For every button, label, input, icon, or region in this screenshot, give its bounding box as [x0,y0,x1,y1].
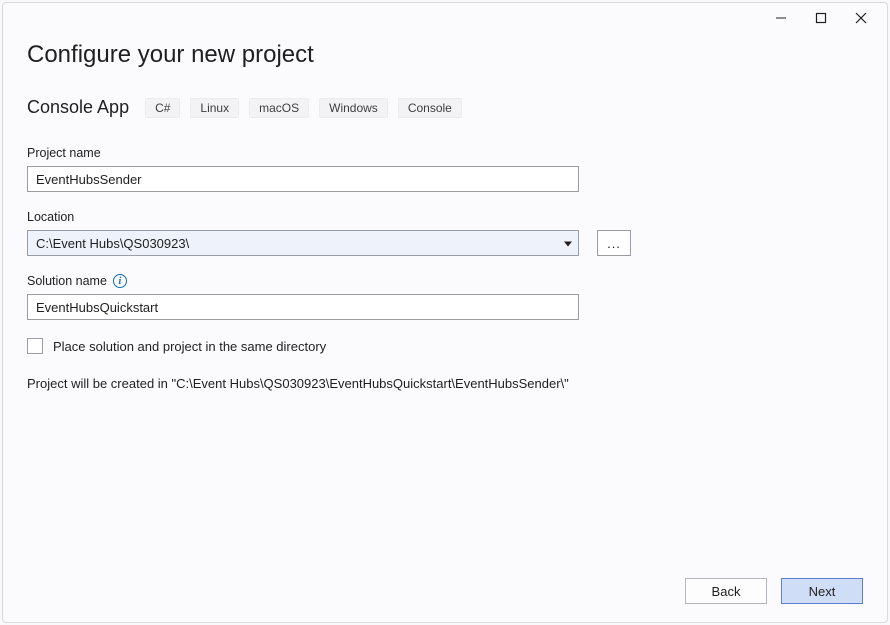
location-combobox[interactable]: C:\Event Hubs\QS030923\ [27,230,579,256]
dialog-content: Configure your new project Console App C… [3,33,887,622]
tag: C# [145,98,180,118]
template-name: Console App [27,97,129,118]
window-titlebar [3,3,887,33]
browse-button[interactable]: ... [597,230,631,256]
project-name-label: Project name [27,146,863,160]
back-button-label: Back [712,584,741,599]
tag: Windows [319,98,388,118]
minimize-button[interactable] [761,5,801,31]
same-directory-label: Place solution and project in the same d… [53,339,326,354]
next-button[interactable]: Next [781,578,863,604]
tag: Linux [190,98,239,118]
same-directory-checkbox[interactable] [27,338,43,354]
maximize-icon [815,12,827,24]
tag: macOS [249,98,309,118]
browse-label: ... [607,236,621,251]
tag: Console [398,98,462,118]
template-tags: C# Linux macOS Windows Console [145,98,462,118]
project-name-input[interactable] [27,166,579,192]
solution-name-field: Solution name i [27,274,863,320]
template-header-row: Console App C# Linux macOS Windows Conso… [27,97,863,118]
solution-name-label: Solution name i [27,274,863,288]
page-title: Configure your new project [27,41,863,69]
solution-name-input[interactable] [27,294,579,320]
location-label: Location [27,210,863,224]
back-button[interactable]: Back [685,578,767,604]
info-icon[interactable]: i [113,274,127,288]
path-preview-text: Project will be created in "C:\Event Hub… [27,376,863,391]
project-name-field: Project name [27,146,863,192]
next-button-label: Next [809,584,836,599]
minimize-icon [775,12,787,24]
dialog-footer: Back Next [685,578,863,604]
location-field: Location C:\Event Hubs\QS030923\ ... [27,210,863,256]
close-icon [855,12,867,24]
same-directory-checkbox-row[interactable]: Place solution and project in the same d… [27,338,863,354]
chevron-down-icon [564,236,572,251]
location-value: C:\Event Hubs\QS030923\ [36,236,189,251]
close-button[interactable] [841,5,881,31]
dialog-window: Configure your new project Console App C… [2,2,888,623]
maximize-button[interactable] [801,5,841,31]
solution-name-label-text: Solution name [27,274,107,288]
